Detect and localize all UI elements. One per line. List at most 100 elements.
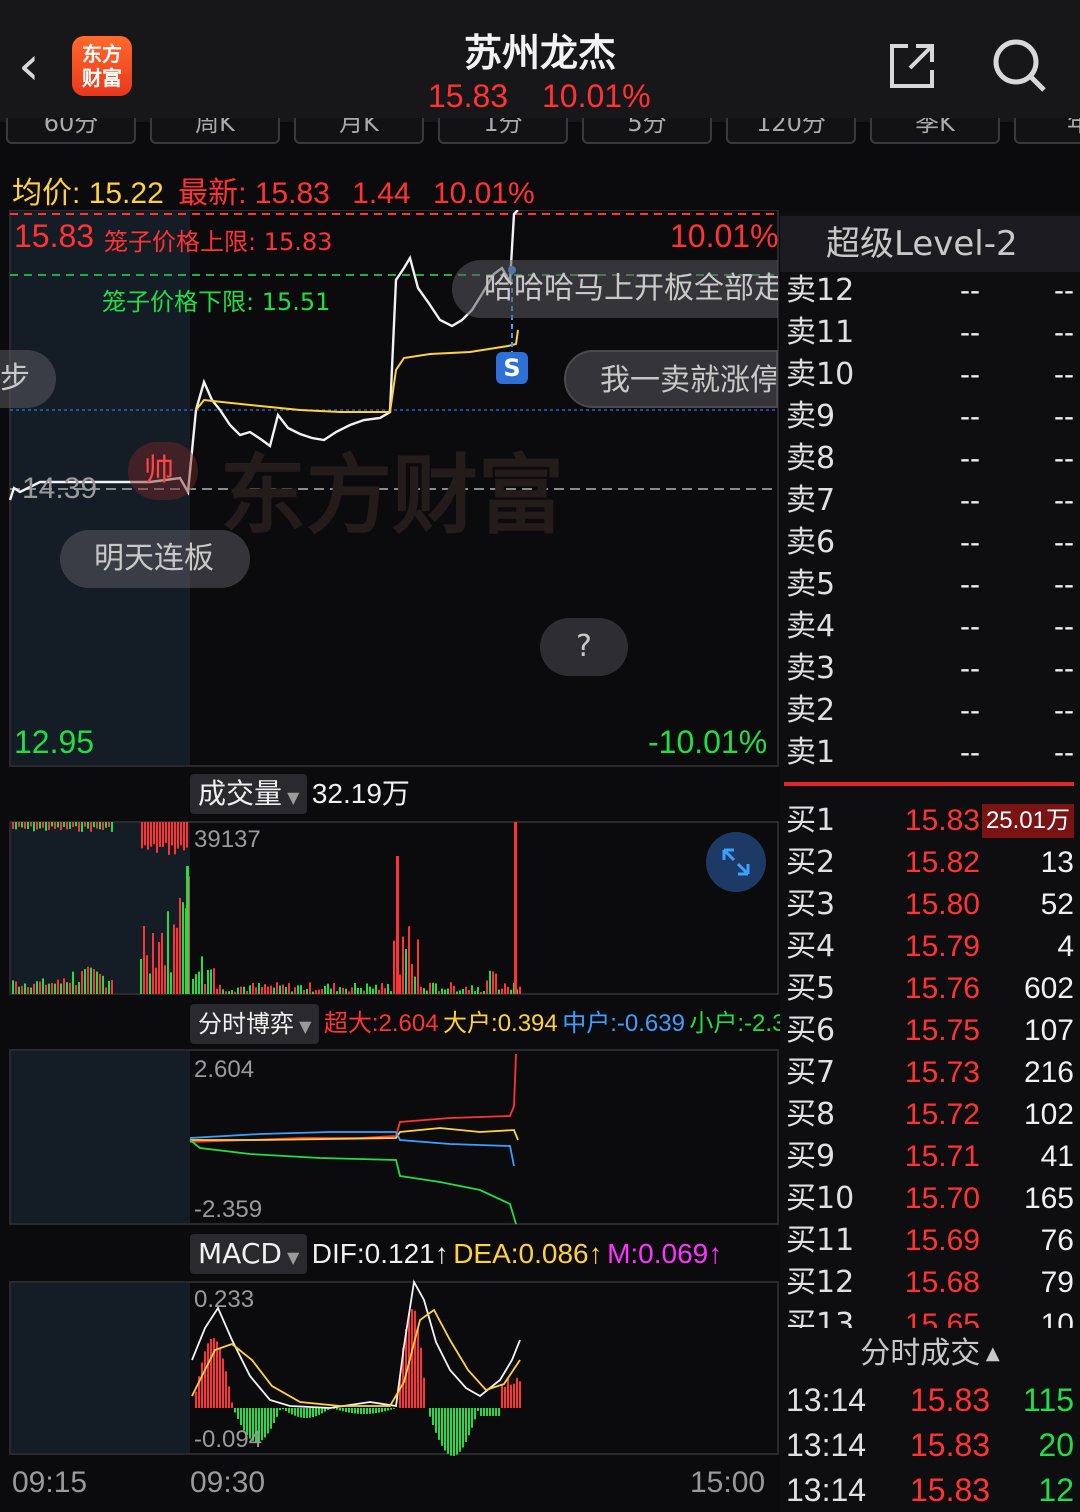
volume-bar xyxy=(54,983,56,994)
volume-bar xyxy=(156,822,158,853)
buy-level-row[interactable]: 买10 15.70 165 xyxy=(786,1178,1076,1220)
sell-level-row[interactable]: 卖3 -- -- xyxy=(786,648,1076,690)
danmaku-bubble[interactable]: 步 xyxy=(0,350,56,408)
danmaku-bubble[interactable]: 明天连板 xyxy=(60,530,250,588)
buy-level-row[interactable]: 买3 15.80 52 xyxy=(786,884,1076,926)
sell-level-row[interactable]: 卖11 -- -- xyxy=(786,312,1076,354)
volume-bar xyxy=(153,822,155,845)
share-icon[interactable] xyxy=(886,40,938,92)
volume-bar xyxy=(66,822,68,830)
macd-bar xyxy=(516,1377,518,1408)
macd-bar xyxy=(315,1408,317,1417)
buy-level-row[interactable]: 买5 15.76 602 xyxy=(786,968,1076,1010)
sell-level-row[interactable]: 卖4 -- -- xyxy=(786,606,1076,648)
volume-bar xyxy=(279,985,281,994)
volume-bar xyxy=(486,980,488,994)
intraday-chart-panel[interactable]: 东方财富 15.83 笼子价格上限: 15.83 10.01% 笼子价格下限: … xyxy=(0,210,812,1510)
macd-header: MACD ▼ DIF:0.121↑ DEA:0.086↑ M:0.069↑ xyxy=(190,1234,722,1274)
volume-bar xyxy=(186,866,189,994)
danmaku-bubble[interactable]: 我一卖就涨停 xyxy=(564,350,778,408)
level-volume: -- xyxy=(1054,652,1074,685)
macd-bar xyxy=(411,1309,413,1408)
volume-bar xyxy=(78,822,80,832)
sell-level-row[interactable]: 卖8 -- -- xyxy=(786,438,1076,480)
tab-5min[interactable]: 5分 xyxy=(582,118,712,144)
search-icon[interactable] xyxy=(990,36,1048,94)
tab-weekly[interactable]: 周K xyxy=(150,118,280,144)
macd-selector[interactable]: MACD ▼ xyxy=(190,1234,308,1274)
sell-level-row[interactable]: 卖5 -- -- xyxy=(786,564,1076,606)
volume-bar xyxy=(381,983,383,994)
buy-level-row[interactable]: 买4 15.79 4 xyxy=(786,926,1076,968)
buy-level-row[interactable]: 买7 15.73 216 xyxy=(786,1052,1076,1094)
volume-bar xyxy=(105,987,107,994)
buy-level-row[interactable]: 买1 15.83 25.01万 xyxy=(786,800,1076,842)
macd-bar xyxy=(348,1408,350,1413)
sell-level-row[interactable]: 卖10 -- -- xyxy=(786,354,1076,396)
volume-bar xyxy=(179,897,181,994)
volume-bar xyxy=(468,989,470,994)
volume-bar xyxy=(336,991,338,994)
macd-bar xyxy=(303,1408,305,1418)
volume-bar xyxy=(155,967,157,994)
trades-header[interactable]: 分时成交 ▲ xyxy=(780,1328,1080,1380)
macd-bar xyxy=(237,1408,239,1419)
volume-selector[interactable]: 成交量 ▼ xyxy=(190,774,308,814)
volume-bar xyxy=(339,987,341,994)
buy-level-row[interactable]: 买13 15.65 10 xyxy=(786,1304,1076,1328)
volume-bar xyxy=(261,987,263,994)
upper-cage-label: 笼子价格上限: 15.83 xyxy=(104,228,333,256)
sell-level-row[interactable]: 卖1 -- -- xyxy=(786,732,1076,774)
trade-price: 15.83 xyxy=(910,1427,991,1463)
buy-levels-viewport[interactable]: 买1 15.83 25.01万 买2 15.82 13 买3 15.80 52 买4 15.79 4 买… xyxy=(780,800,1080,1328)
buy-level-row[interactable]: 买12 15.68 79 xyxy=(786,1262,1076,1304)
volume-bar xyxy=(387,983,389,994)
level-label: 买9 xyxy=(786,1139,836,1174)
macd-bar xyxy=(390,1408,392,1410)
volume-bar xyxy=(69,822,71,829)
danmaku-bubble[interactable]: 哈哈哈马上开板全部走 xyxy=(452,260,778,318)
tab-yearly[interactable]: 年 xyxy=(1014,118,1080,144)
tab-1min[interactable]: 1分 xyxy=(438,118,568,144)
back-arrow-icon[interactable]: ‹ xyxy=(18,36,62,96)
level-price: -- xyxy=(960,694,980,727)
buy-level-row[interactable]: 买9 15.71 41 xyxy=(786,1136,1076,1178)
volume-bar xyxy=(393,940,395,994)
sell-level-row[interactable]: 卖2 -- -- xyxy=(786,690,1076,732)
buy-level-row[interactable]: 买11 15.69 76 xyxy=(786,1220,1076,1262)
level-price: 15.70 xyxy=(904,1182,980,1215)
level-label: 买6 xyxy=(786,1013,836,1048)
tab-monthly[interactable]: 月K xyxy=(294,118,424,144)
help-button[interactable]: ? xyxy=(540,618,628,676)
volume-bar xyxy=(411,963,413,994)
sell-level-row[interactable]: 卖7 -- -- xyxy=(786,480,1076,522)
avg-price-label: 均价: xyxy=(12,177,81,210)
level-volume: -- xyxy=(1054,610,1074,643)
tab-quarterly[interactable]: 季K xyxy=(870,118,1000,144)
tab-120min[interactable]: 120分 xyxy=(726,118,856,144)
macd-bar xyxy=(225,1371,227,1408)
volume-bar xyxy=(414,976,416,994)
sell-marker-badge[interactable]: S xyxy=(496,352,528,384)
buy-marker[interactable]: 帅 xyxy=(128,442,198,500)
sell-level-row[interactable]: 卖6 -- -- xyxy=(786,522,1076,564)
level-volume: 10 xyxy=(1040,1308,1074,1328)
buy-level-row[interactable]: 买2 15.82 13 xyxy=(786,842,1076,884)
eastmoney-logo: 东方 财富 xyxy=(72,36,132,96)
level-volume: 52 xyxy=(1040,888,1074,921)
sell-level-row[interactable]: 卖9 -- -- xyxy=(786,396,1076,438)
level2-title[interactable]: 超级Level-2 xyxy=(780,216,1080,272)
buy-level-row[interactable]: 买6 15.75 107 xyxy=(786,1010,1076,1052)
volume-bar xyxy=(45,984,47,994)
sell-level-row[interactable]: 卖12 -- -- xyxy=(786,270,1076,312)
level-volume: -- xyxy=(1054,694,1074,727)
macd-bar xyxy=(432,1408,434,1426)
dropdown-icon: ▼ xyxy=(282,788,300,807)
tab-60min[interactable]: 60分 xyxy=(6,118,136,144)
logo-line-2: 财富 xyxy=(82,66,122,90)
fund-flow-selector[interactable]: 分时博弈 ▼ xyxy=(190,1004,320,1044)
level-price: 15.65 xyxy=(904,1308,980,1328)
macd-bar xyxy=(375,1408,377,1414)
level-volume: -- xyxy=(1054,358,1074,391)
buy-level-row[interactable]: 买8 15.72 102 xyxy=(786,1094,1076,1136)
